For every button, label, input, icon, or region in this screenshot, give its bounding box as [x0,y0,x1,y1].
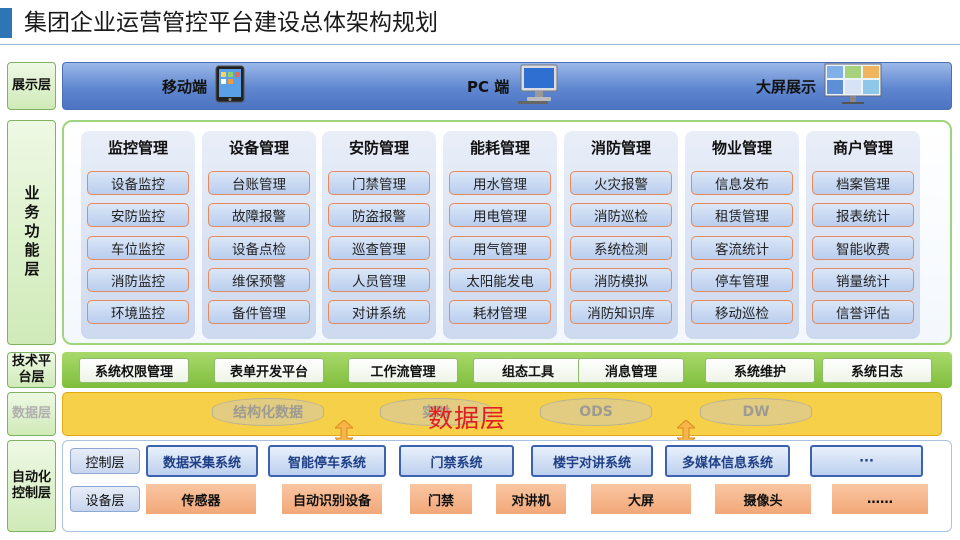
business-function-item: 客流统计 [691,236,793,260]
tablet-icon [215,65,245,107]
data-store-dw: DW [700,398,812,426]
layer-label-tech: 技术平台层 [7,352,56,388]
business-function-item: 太阳能发电 [449,268,551,292]
display-item-label: 大屏展示 [756,77,817,96]
business-function-item: 设备监控 [87,171,189,195]
tech-platform-item: 表单开发平台 [214,358,324,383]
business-function-item: 安防监控 [87,203,189,227]
device-item: 门禁 [410,484,472,514]
business-function-item: 信誉评估 [812,300,914,324]
control-system-item: 数据采集系统 [146,445,258,477]
business-function-item: 设备点检 [208,236,310,260]
business-function-item: 系统检测 [570,236,672,260]
data-layer-overlay-label: 数据层 [428,404,507,433]
control-system-item: 门禁系统 [399,445,514,477]
data-store-ods: ODS [540,398,652,426]
tech-platform-item: 消息管理 [578,358,684,383]
pc-icon [517,63,561,109]
business-function-item: 对讲系统 [328,300,430,324]
business-module: 监控管理设备监控安防监控车位监控消防监控环境监控 [81,131,195,339]
business-function-item: 防盗报警 [328,203,430,227]
display-item-label: 移动端 [162,77,208,96]
business-module-title: 设备管理 [228,139,289,157]
device-item: 自动识别设备 [282,484,382,514]
display-item-label: PC 端 [467,77,510,96]
business-function-item: 移动巡检 [691,300,793,324]
device-item: 传感器 [146,484,256,514]
control-system-item: 楼宇对讲系统 [531,445,653,477]
tech-platform-item: 系统维护 [705,358,815,383]
layer-label-display: 展示层 [7,62,56,110]
business-module-title: 物业管理 [711,139,772,157]
business-function-item: 故障报警 [208,203,310,227]
business-function-item: 消防模拟 [570,268,672,292]
business-module-title: 能耗管理 [469,139,530,157]
business-function-item: 门禁管理 [328,171,430,195]
business-function-item: 台账管理 [208,171,310,195]
business-function-item: 消防监控 [87,268,189,292]
control-system-item: 智能停车系统 [268,445,386,477]
title-bar: 集团企业运营管控平台建设总体架构规划 [0,0,960,46]
business-function-item: 智能收费 [812,236,914,260]
business-function-item: 消防巡检 [570,203,672,227]
business-module: 物业管理信息发布租赁管理客流统计停车管理移动巡检 [685,131,799,339]
business-module: 消防管理火灾报警消防巡检系统检测消防模拟消防知识库 [564,131,678,339]
business-function-item: 用水管理 [449,171,551,195]
tech-platform-item: 组态工具 [473,358,583,383]
control-layer-label: 控制层 [70,448,140,474]
title-divider [0,44,960,45]
business-module: 商户管理档案管理报表统计智能收费销量统计信誉评估 [806,131,920,339]
device-layer-label: 设备层 [70,486,140,512]
business-function-item: 报表统计 [812,203,914,227]
business-module-title: 商户管理 [832,139,893,157]
data-store-structured: 结构化数据 [212,398,324,426]
business-function-item: 销量统计 [812,268,914,292]
business-function-item: 消防知识库 [570,300,672,324]
business-function-item: 信息发布 [691,171,793,195]
device-item: 摄像头 [715,484,811,514]
business-module: 设备管理台账管理故障报警设备点检维保预警备件管理 [202,131,316,339]
display-item-mobile: 移动端 [162,62,245,110]
tech-platform-item: 系统日志 [822,358,932,383]
business-function-item: 用气管理 [449,236,551,260]
business-module-title: 安防管理 [348,139,409,157]
business-function-item: 租赁管理 [691,203,793,227]
big-screen-icon [824,63,882,109]
page-title: 集团企业运营管控平台建设总体架构规划 [24,10,438,36]
title-accent-bar [0,8,12,38]
business-function-item: 耗材管理 [449,300,551,324]
tech-platform-item: 工作流管理 [348,358,458,383]
layer-label-business: 业务功能层 [7,120,56,345]
layer-label-data: 数据层 [7,392,56,436]
business-function-item: 环境监控 [87,300,189,324]
display-item-big-screen: 大屏展示 [756,62,882,110]
business-function-item: 停车管理 [691,268,793,292]
business-function-item: 备件管理 [208,300,310,324]
business-function-item: 维保预警 [208,268,310,292]
business-function-item: 人员管理 [328,268,430,292]
business-module-title: 监控管理 [107,139,168,157]
business-module: 能耗管理用水管理用电管理用气管理太阳能发电耗材管理 [443,131,557,339]
tech-platform-item: 系统权限管理 [79,358,189,383]
business-function-item: 档案管理 [812,171,914,195]
business-module: 安防管理门禁管理防盗报警巡查管理人员管理对讲系统 [322,131,436,339]
device-item: 对讲机 [496,484,566,514]
device-item: 大屏 [591,484,691,514]
display-item-pc: PC 端 [467,62,561,110]
business-function-item: 巡查管理 [328,236,430,260]
business-module-title: 消防管理 [590,139,651,157]
business-function-item: 用电管理 [449,203,551,227]
layer-label-automation: 自动化控制层 [7,440,56,532]
business-function-item: 车位监控 [87,236,189,260]
control-system-item: ··· [810,445,923,477]
device-item: …… [832,484,928,514]
business-function-item: 火灾报警 [570,171,672,195]
control-system-item: 多媒体信息系统 [665,445,790,477]
